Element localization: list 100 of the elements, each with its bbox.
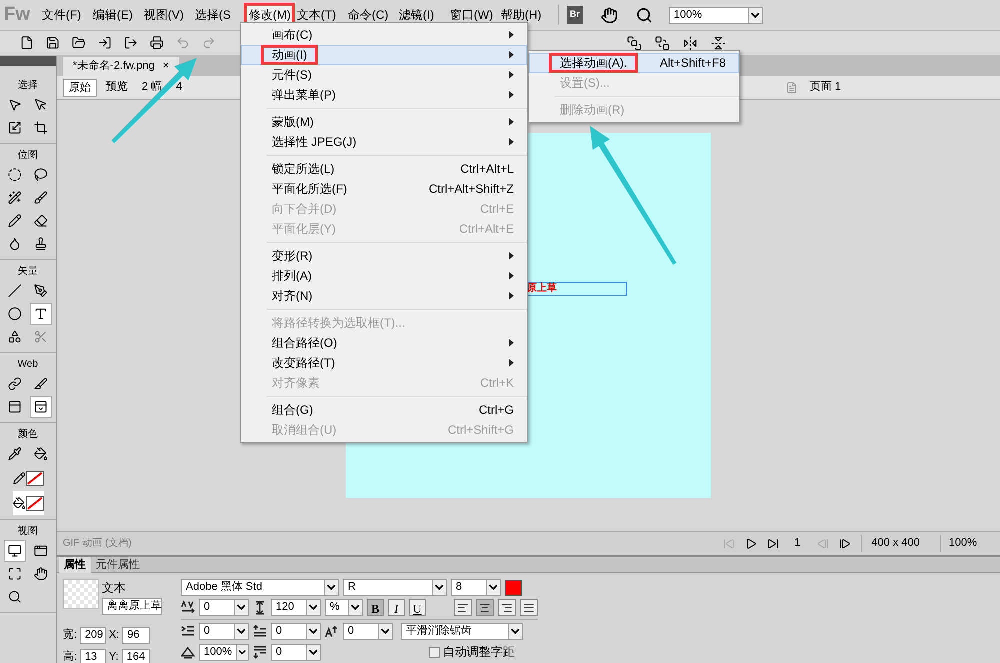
panel-header xyxy=(0,56,56,66)
menu-item[interactable]: 选择性 JPEG(J) xyxy=(241,132,527,152)
size-field[interactable]: 8 xyxy=(451,579,501,596)
printer-icon xyxy=(150,36,164,50)
antialias-dropdown[interactable]: 平滑消除锯齿 xyxy=(401,623,523,640)
pencil-icon xyxy=(12,472,26,484)
shortcut-text: Ctrl+Alt+Shift+Z xyxy=(428,181,514,198)
view-tab[interactable]: 4 xyxy=(171,78,188,96)
section-label: 选择 xyxy=(18,78,38,93)
menu-item[interactable]: 画布(C) xyxy=(241,25,527,45)
export-icon xyxy=(124,36,138,50)
bold-button[interactable]: B xyxy=(367,599,384,616)
style-dropdown[interactable]: R xyxy=(343,579,447,596)
underline-button[interactable]: U xyxy=(409,599,426,616)
align-button[interactable] xyxy=(520,599,538,616)
submenu-arrow-icon xyxy=(509,272,514,280)
menu-item[interactable]: 锁定所选(L) Ctrl+Alt+L xyxy=(241,159,527,179)
input-field[interactable]: 100% xyxy=(199,644,249,660)
no-color-swatch[interactable] xyxy=(26,496,44,510)
input-field[interactable]: 209 xyxy=(80,627,106,644)
fill-color-tool[interactable] xyxy=(12,491,44,515)
menu-button[interactable]: 滤镜(I) xyxy=(397,3,448,27)
menu-button[interactable]: 窗口(W) xyxy=(448,3,499,27)
brush-icon xyxy=(34,191,48,205)
submenu-arrow-icon xyxy=(509,359,514,367)
hand-icon[interactable] xyxy=(601,6,618,24)
menu-button[interactable]: 视图(V) xyxy=(142,3,193,27)
bridge-icon[interactable]: Br xyxy=(567,6,584,24)
no-color-swatch[interactable] xyxy=(26,470,44,486)
menu-item[interactable]: 改变路径(T) xyxy=(241,353,527,373)
close-button[interactable]: × xyxy=(162,58,170,75)
menu-item[interactable]: 变形(R) xyxy=(241,246,527,266)
align-button[interactable] xyxy=(476,599,494,616)
menu-button[interactable]: 文本(T) xyxy=(295,3,346,27)
italic-button[interactable]: I xyxy=(388,599,405,616)
input-field[interactable]: 0 xyxy=(343,623,393,640)
input-field[interactable]: 0 xyxy=(199,599,249,616)
shapes-icon xyxy=(8,330,22,344)
page-selector[interactable]: 页面 1 xyxy=(810,79,1000,96)
panel-tab[interactable]: 元件属性 xyxy=(91,556,145,572)
menu-button[interactable]: 文件(F) xyxy=(40,3,91,27)
view-tab[interactable]: 原始 xyxy=(63,78,97,96)
save-icon xyxy=(46,36,60,50)
shortcut-text: Ctrl+K xyxy=(480,375,514,392)
submenu-arrow-icon xyxy=(509,31,514,39)
send-back-icon xyxy=(654,36,670,50)
last-frame-icon[interactable] xyxy=(766,538,779,550)
auto-kern-checkbox[interactable]: 自动调整字距 xyxy=(429,643,515,661)
pointer-icon xyxy=(8,98,22,112)
menu-item[interactable]: 选择动画(A). Alt+Shift+F8 xyxy=(529,53,739,73)
scale-icon xyxy=(8,121,22,135)
canvas-size[interactable]: 400 x 400 xyxy=(860,535,930,552)
tool-button[interactable] xyxy=(30,396,52,418)
search-icon[interactable] xyxy=(636,6,654,24)
tool-button[interactable] xyxy=(30,303,52,325)
menu-button[interactable]: 命令(C) xyxy=(346,3,397,27)
name-field[interactable]: 离离原上草 xyxy=(102,598,162,615)
input-field[interactable]: 0 xyxy=(271,644,321,660)
app-logo: Fw xyxy=(4,2,32,27)
input-field[interactable]: 0 xyxy=(271,623,321,640)
object-type: 文本 xyxy=(102,580,127,597)
input-field[interactable]: 96 xyxy=(122,627,150,644)
menu-item[interactable]: 动画(I) xyxy=(241,45,527,65)
panel-tab[interactable]: 属性 xyxy=(59,556,91,572)
panel-icon xyxy=(8,400,22,414)
unit-dropdown[interactable]: % xyxy=(325,599,363,616)
document-tab[interactable]: *未命名-2.fw.png × xyxy=(63,57,180,76)
play-icon[interactable] xyxy=(744,538,757,550)
status-text: GIF 动画 (文档) xyxy=(63,536,132,551)
next-frame-icon[interactable] xyxy=(838,538,851,550)
stamp-icon xyxy=(34,237,48,251)
view-tab[interactable]: 2 幅 xyxy=(137,78,168,96)
align-button[interactable] xyxy=(498,599,516,616)
paint-bucket-icon xyxy=(12,496,26,510)
section-label: 颜色 xyxy=(18,428,38,442)
tool-button[interactable] xyxy=(4,540,26,562)
menu-item[interactable]: 弹出菜单(P) xyxy=(241,85,527,105)
menu-button[interactable]: 帮助(H) xyxy=(499,3,550,27)
zoom-dropdown[interactable]: 100% xyxy=(940,535,1000,552)
folder-icon xyxy=(72,36,86,50)
menu-item[interactable]: 组合路径(O) xyxy=(241,333,527,353)
menu-item[interactable]: 组合(G) Ctrl+G xyxy=(241,400,527,420)
font-dropdown[interactable]: Adobe 黑体 Std xyxy=(181,579,339,596)
input-field[interactable]: 120 xyxy=(271,599,321,616)
zoom-dropdown[interactable]: 100% xyxy=(669,6,764,24)
menu-item[interactable]: 元件(S) xyxy=(241,65,527,85)
align-right-icon xyxy=(501,602,513,614)
view-tab[interactable]: 预览 xyxy=(101,78,133,96)
color-swatch[interactable] xyxy=(505,580,522,596)
menu-button[interactable]: 选择(S xyxy=(193,3,244,27)
pen-icon xyxy=(34,284,48,298)
menu-button[interactable]: 编辑(E) xyxy=(91,3,142,27)
input-field[interactable]: 13 xyxy=(80,649,106,663)
input-field[interactable]: 0 xyxy=(199,623,249,640)
space-after-icon xyxy=(253,645,267,659)
menu-item[interactable]: 平面化所选(F) Ctrl+Alt+Shift+Z xyxy=(241,179,527,199)
input-field[interactable]: 164 xyxy=(122,649,150,663)
paint-bucket-icon xyxy=(34,447,48,461)
menu-item[interactable]: 蒙版(M) xyxy=(241,112,527,132)
align-button[interactable] xyxy=(454,599,472,616)
